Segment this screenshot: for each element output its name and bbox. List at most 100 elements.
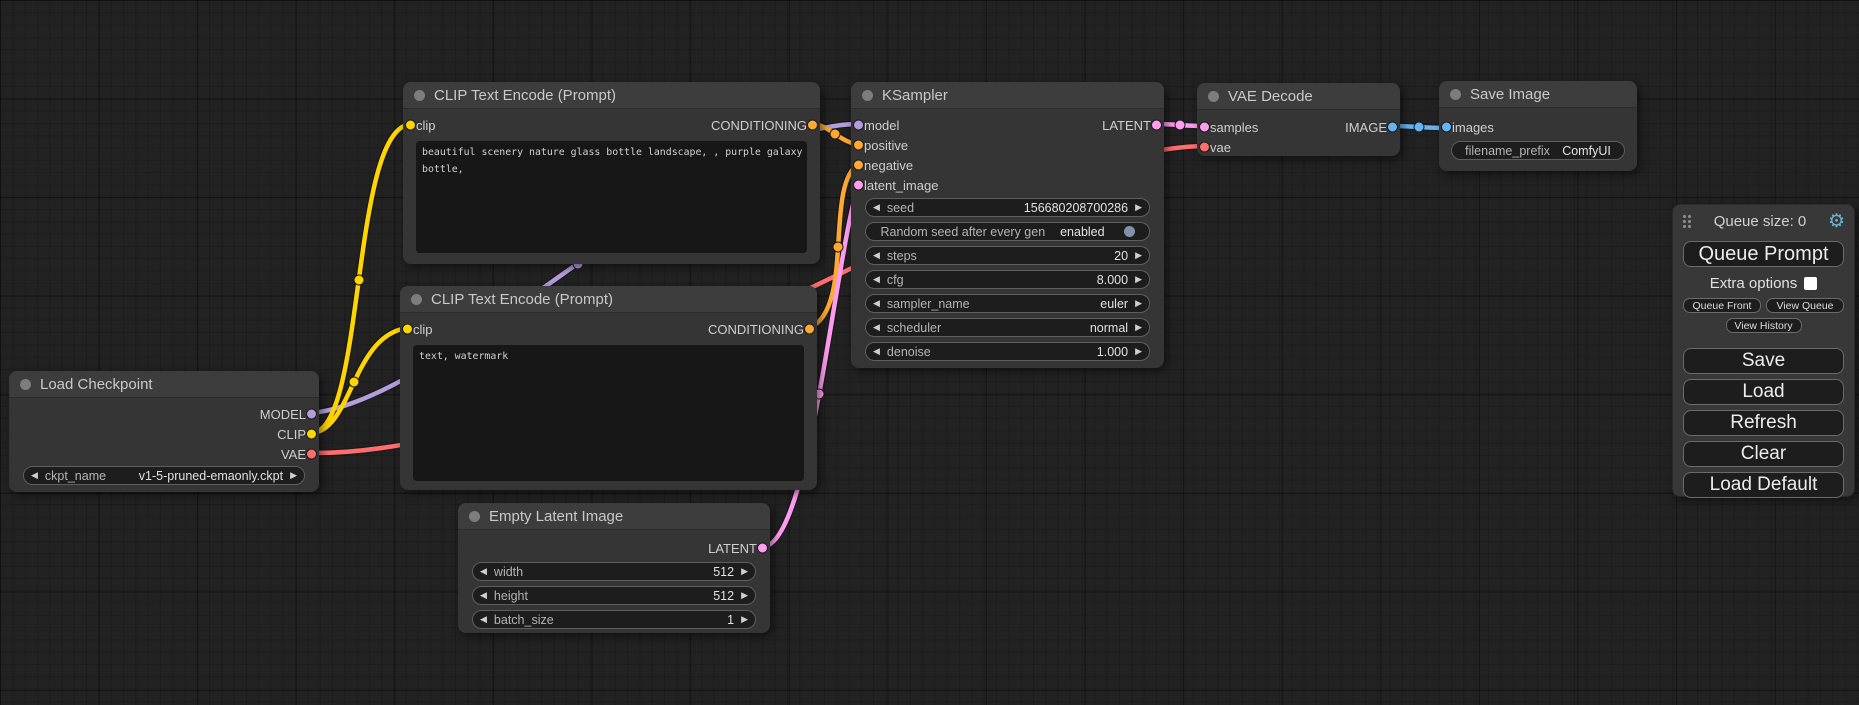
node-title-bar[interactable]: Save Image <box>1439 81 1637 108</box>
widget-height[interactable]: ◀ height 512 ▶ <box>472 586 756 605</box>
decrement-arrow-icon[interactable]: ◀ <box>480 567 487 576</box>
slot-row: clip CONDITIONING <box>400 319 817 339</box>
slot-row: vae <box>1197 137 1400 157</box>
decrement-arrow-icon[interactable]: ◀ <box>873 323 880 332</box>
port-latent-image-input[interactable] <box>853 180 864 191</box>
increment-arrow-icon[interactable]: ▶ <box>1135 299 1142 308</box>
decrement-arrow-icon[interactable]: ◀ <box>873 251 880 260</box>
node-save-image[interactable]: Save Image images filename_prefix ComfyU… <box>1439 81 1637 171</box>
collapse-dot-icon[interactable] <box>411 294 422 305</box>
port-vae-input[interactable] <box>1199 142 1210 153</box>
load-default-button[interactable]: Load Default <box>1683 472 1844 498</box>
port-model-output[interactable] <box>306 409 317 420</box>
widget-filename-prefix[interactable]: filename_prefix ComfyUI <box>1451 141 1625 160</box>
port-latent-output[interactable] <box>757 543 768 554</box>
slot-row: samples IMAGE <box>1197 117 1400 137</box>
increment-arrow-icon[interactable]: ▶ <box>1135 203 1142 212</box>
port-conditioning-output[interactable] <box>807 120 818 131</box>
decrement-arrow-icon[interactable]: ◀ <box>873 275 880 284</box>
queue-panel: Queue size: 0 ⚙ Queue Prompt Extra optio… <box>1672 204 1855 497</box>
node-empty-latent-image[interactable]: Empty Latent Image LATENT ◀ width 512 ▶ … <box>458 503 770 633</box>
link-midpoint-dot <box>1175 120 1185 130</box>
decrement-arrow-icon[interactable]: ◀ <box>873 203 880 212</box>
drag-handle-icon[interactable] <box>1682 214 1692 229</box>
node-clip-text-encode-negative[interactable]: CLIP Text Encode (Prompt) clip CONDITION… <box>400 286 817 490</box>
collapse-dot-icon[interactable] <box>862 90 873 101</box>
load-workflow-button[interactable]: Load <box>1683 379 1844 405</box>
widget-ckpt-name[interactable]: ◀ ckpt_name v1-5-pruned-emaonly.ckpt ▶ <box>23 466 305 485</box>
port-clip-output[interactable] <box>306 429 317 440</box>
widget-seed[interactable]: ◀ seed 156680208700286 ▶ <box>865 198 1150 217</box>
port-samples-input[interactable] <box>1199 122 1210 133</box>
decrement-arrow-icon[interactable]: ◀ <box>480 615 487 624</box>
increment-arrow-icon[interactable]: ▶ <box>1135 275 1142 284</box>
node-title: Load Checkpoint <box>40 376 153 393</box>
node-title-bar[interactable]: CLIP Text Encode (Prompt) <box>400 286 817 313</box>
queue-prompt-button[interactable]: Queue Prompt <box>1683 241 1844 267</box>
toggle-enabled-dot[interactable] <box>1124 226 1135 237</box>
widget-scheduler[interactable]: ◀ scheduler normal ▶ <box>865 318 1150 337</box>
widget-random-seed-toggle[interactable]: Random seed after every gen enabled <box>865 222 1150 241</box>
gear-icon[interactable]: ⚙ <box>1828 212 1845 231</box>
node-title-bar[interactable]: Load Checkpoint <box>9 371 319 398</box>
widget-denoise[interactable]: ◀ denoise 1.000 ▶ <box>865 342 1150 361</box>
widget-width[interactable]: ◀ width 512 ▶ <box>472 562 756 581</box>
port-negative-input[interactable] <box>853 160 864 171</box>
port-conditioning-output[interactable] <box>804 324 815 335</box>
decrement-arrow-icon[interactable]: ◀ <box>480 591 487 600</box>
increment-arrow-icon[interactable]: ▶ <box>741 567 748 576</box>
collapse-dot-icon[interactable] <box>414 90 425 101</box>
slot-row: images <box>1439 117 1637 137</box>
decrement-arrow-icon[interactable]: ◀ <box>31 471 38 480</box>
node-load-checkpoint[interactable]: Load Checkpoint MODEL CLIP VAE ◀ ckpt_na… <box>9 371 319 492</box>
node-title: Empty Latent Image <box>489 508 623 525</box>
port-vae-output[interactable] <box>306 449 317 460</box>
port-positive-input[interactable] <box>853 140 864 151</box>
decrement-arrow-icon[interactable]: ◀ <box>873 299 880 308</box>
view-queue-button[interactable]: View Queue <box>1766 298 1844 313</box>
port-clip-input[interactable] <box>405 120 416 131</box>
node-title-bar[interactable]: Empty Latent Image <box>458 503 770 530</box>
port-latent-output[interactable] <box>1151 120 1162 131</box>
slot-row: clip CONDITIONING <box>403 115 820 135</box>
widget-sampler-name[interactable]: ◀ sampler_name euler ▶ <box>865 294 1150 313</box>
link-midpoint-dot <box>1414 122 1424 132</box>
node-vae-decode[interactable]: VAE Decode samples IMAGE vae <box>1197 83 1400 156</box>
node-graph-canvas[interactable]: Load Checkpoint MODEL CLIP VAE ◀ ckpt_na… <box>0 0 1859 705</box>
node-clip-text-encode-positive[interactable]: CLIP Text Encode (Prompt) clip CONDITION… <box>403 82 820 264</box>
clear-button[interactable]: Clear <box>1683 441 1844 467</box>
wire-clip-to-negative-prompt <box>312 328 408 433</box>
view-history-button[interactable]: View History <box>1726 318 1802 333</box>
collapse-dot-icon[interactable] <box>20 379 31 390</box>
decrement-arrow-icon[interactable]: ◀ <box>873 347 880 356</box>
increment-arrow-icon[interactable]: ▶ <box>1135 347 1142 356</box>
node-title-bar[interactable]: CLIP Text Encode (Prompt) <box>403 82 820 109</box>
output-slot-latent: LATENT <box>458 538 770 558</box>
extra-options-checkbox[interactable] <box>1804 277 1817 290</box>
increment-arrow-icon[interactable]: ▶ <box>741 591 748 600</box>
widget-cfg[interactable]: ◀ cfg 8.000 ▶ <box>865 270 1150 289</box>
widget-batch-size[interactable]: ◀ batch_size 1 ▶ <box>472 610 756 629</box>
save-workflow-button[interactable]: Save <box>1683 348 1844 374</box>
refresh-button[interactable]: Refresh <box>1683 410 1844 436</box>
node-title-bar[interactable]: KSampler <box>851 82 1164 109</box>
node-title: VAE Decode <box>1228 88 1313 105</box>
node-ksampler[interactable]: KSampler model LATENT positive negative … <box>851 82 1164 368</box>
prompt-textarea[interactable]: beautiful scenery nature glass bottle la… <box>416 141 807 253</box>
increment-arrow-icon[interactable]: ▶ <box>1135 251 1142 260</box>
increment-arrow-icon[interactable]: ▶ <box>1135 323 1142 332</box>
node-title-bar[interactable]: VAE Decode <box>1197 83 1400 110</box>
increment-arrow-icon[interactable]: ▶ <box>741 615 748 624</box>
collapse-dot-icon[interactable] <box>1450 89 1461 100</box>
collapse-dot-icon[interactable] <box>469 511 480 522</box>
widget-steps[interactable]: ◀ steps 20 ▶ <box>865 246 1150 265</box>
port-images-input[interactable] <box>1441 122 1452 133</box>
port-image-output[interactable] <box>1387 122 1398 133</box>
prompt-textarea[interactable]: text, watermark <box>413 345 804 481</box>
increment-arrow-icon[interactable]: ▶ <box>290 471 297 480</box>
output-slot-vae: VAE <box>9 444 319 464</box>
queue-front-button[interactable]: Queue Front <box>1683 298 1761 313</box>
collapse-dot-icon[interactable] <box>1208 91 1219 102</box>
port-clip-input[interactable] <box>402 324 413 335</box>
port-model-input[interactable] <box>853 120 864 131</box>
